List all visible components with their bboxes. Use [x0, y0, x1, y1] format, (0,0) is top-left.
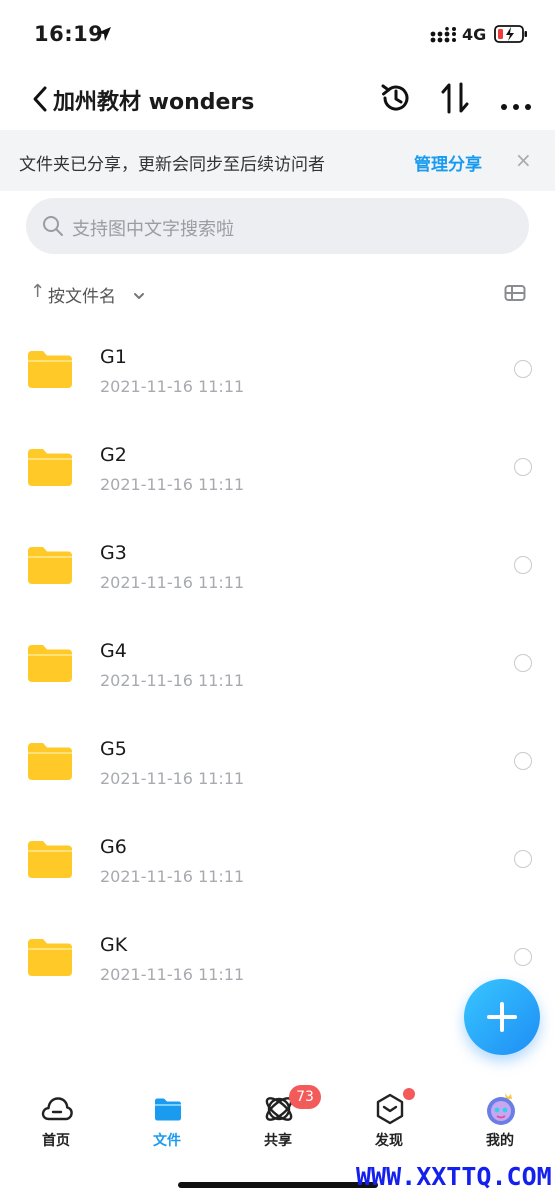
view-mode-icon[interactable] [504, 284, 526, 306]
close-icon[interactable]: × [515, 148, 532, 172]
plus-icon [486, 1001, 518, 1037]
tab-label: 文件 [153, 1133, 181, 1149]
list-item[interactable]: G1 2021-11-16 11:11 [0, 322, 555, 420]
select-checkbox[interactable] [514, 948, 532, 966]
signal-icon [430, 27, 456, 47]
file-time: 2021-11-16 11:11 [100, 671, 245, 690]
list-item[interactable]: G3 2021-11-16 11:11 [0, 518, 555, 616]
file-time: 2021-11-16 11:11 [100, 769, 245, 788]
notification-dot [403, 1088, 415, 1100]
home-indicator[interactable] [178, 1182, 378, 1188]
sort-by-name-button[interactable]: 按文件名 [48, 282, 116, 307]
file-name: G4 [100, 640, 127, 662]
file-name: G3 [100, 542, 127, 564]
file-time: 2021-11-16 11:11 [100, 475, 245, 494]
folder-icon [27, 545, 73, 589]
select-checkbox[interactable] [514, 654, 532, 672]
sort-row: ↑ 按文件名 [0, 276, 555, 310]
status-bar: 16:19 4G [0, 0, 555, 70]
sort-direction[interactable]: ↑ [30, 281, 45, 302]
tab-discover[interactable]: 发现 [349, 1080, 429, 1160]
folder-icon [27, 937, 73, 981]
history-icon[interactable] [379, 81, 413, 119]
tab-label: 共享 [264, 1133, 292, 1149]
more-icon[interactable] [500, 96, 532, 115]
search-placeholder: 支持图中文字搜索啦 [72, 219, 234, 240]
folder-icon [27, 839, 73, 883]
watermark: WWW.XXTTQ.COM [356, 1162, 552, 1191]
select-checkbox[interactable] [514, 850, 532, 868]
network-type: 4G [462, 25, 487, 44]
tab-label: 我的 [486, 1133, 514, 1149]
file-name: G6 [100, 836, 127, 858]
cube-icon [373, 1092, 407, 1126]
search-input[interactable]: 支持图中文字搜索啦 [26, 198, 529, 254]
list-item[interactable]: G4 2021-11-16 11:11 [0, 616, 555, 714]
file-name: G2 [100, 444, 127, 466]
sort-order-icon[interactable] [440, 81, 472, 119]
file-name: G5 [100, 738, 127, 760]
add-button[interactable] [464, 979, 540, 1055]
manage-share-link[interactable]: 管理分享 [414, 150, 482, 175]
nav-bar: 加州教材 wonders [0, 70, 555, 128]
tab-label: 发现 [375, 1133, 403, 1149]
list-item[interactable]: G2 2021-11-16 11:11 [0, 420, 555, 518]
file-time: 2021-11-16 11:11 [100, 965, 245, 984]
back-icon[interactable] [30, 84, 50, 114]
cloud-icon [40, 1092, 74, 1126]
chevron-down-icon[interactable] [133, 286, 145, 305]
folder-icon [27, 349, 73, 393]
list-item[interactable]: G5 2021-11-16 11:11 [0, 714, 555, 812]
list-item[interactable]: G6 2021-11-16 11:11 [0, 812, 555, 910]
share-banner: 文件夹已分享，更新会同步至后续访问者 管理分享 × [0, 130, 555, 191]
select-checkbox[interactable] [514, 752, 532, 770]
select-checkbox[interactable] [514, 360, 532, 378]
file-name: GK [100, 934, 128, 956]
avatar-icon [484, 1092, 518, 1126]
tab-label: 首页 [42, 1133, 70, 1149]
tab-files[interactable]: 文件 [127, 1080, 207, 1160]
share-banner-text: 文件夹已分享，更新会同步至后续访问者 [19, 155, 325, 175]
folder-icon [27, 741, 73, 785]
select-checkbox[interactable] [514, 458, 532, 476]
file-time: 2021-11-16 11:11 [100, 377, 245, 396]
search-icon [42, 215, 64, 241]
battery-icon [494, 24, 528, 48]
folder-icon [27, 447, 73, 491]
share-count-badge: 73 [289, 1085, 321, 1109]
folder-icon [27, 643, 73, 687]
tab-profile[interactable]: 我的 [460, 1080, 540, 1160]
tab-home[interactable]: 首页 [16, 1080, 96, 1160]
location-arrow-icon [96, 26, 112, 46]
file-time: 2021-11-16 11:11 [100, 573, 245, 592]
tab-bar: 首页 文件 共享 发现 我的 [0, 1080, 555, 1160]
select-checkbox[interactable] [514, 556, 532, 574]
page-title: 加州教材 wonders [53, 90, 255, 115]
file-name: G1 [100, 346, 127, 368]
status-time: 16:19 [34, 22, 104, 46]
file-time: 2021-11-16 11:11 [100, 867, 245, 886]
folder-icon [151, 1092, 185, 1126]
